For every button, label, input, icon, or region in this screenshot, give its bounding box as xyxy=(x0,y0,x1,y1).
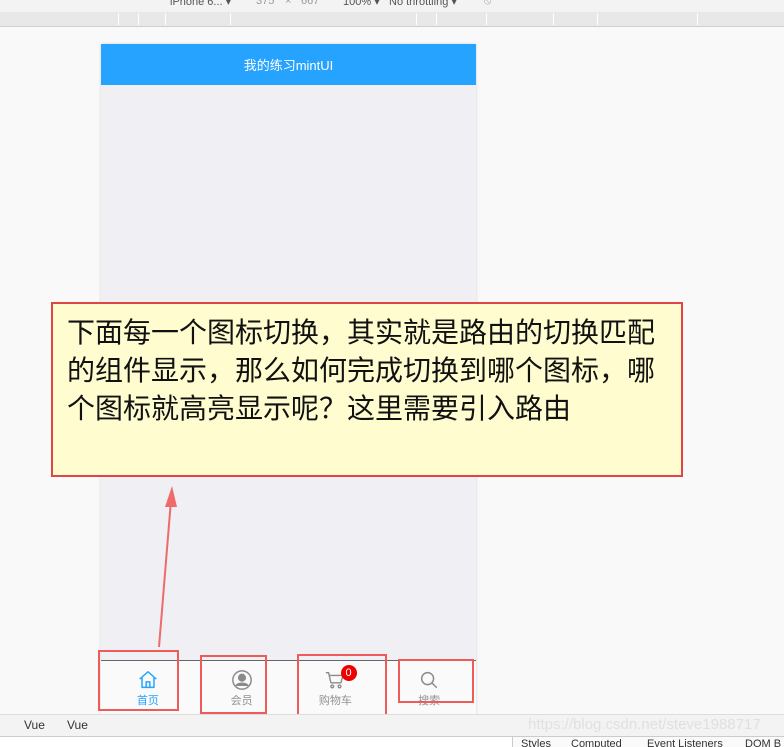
dimension-separator: × xyxy=(285,0,292,7)
throttling-select[interactable]: No throttling ▾ xyxy=(389,0,457,8)
zoom-select[interactable]: 100% ▾ xyxy=(343,0,380,8)
devtools-tab-vue-1[interactable]: Vue xyxy=(24,718,45,732)
device-select[interactable]: iPhone 6... ▾ xyxy=(170,0,231,8)
app-header: 我的练习mintUI xyxy=(101,44,476,85)
annotation-callout: 下面每一个图标切换，其实就是路由的切换匹配的组件显示，那么如何完成切换到哪个图标… xyxy=(51,302,683,477)
devtools-tab-vue-2[interactable]: Vue xyxy=(67,718,88,732)
annotation-text: 下面每一个图标切换，其实就是路由的切换匹配的组件显示，那么如何完成切换到哪个图标… xyxy=(67,316,656,425)
app-title: 我的练习mintUI xyxy=(243,58,334,73)
highlight-box-member xyxy=(200,655,267,714)
width-input[interactable]: 375 xyxy=(256,0,274,7)
height-input[interactable]: 667 xyxy=(301,0,319,7)
devtools-panel-bar: Styles Computed Event Listeners DOM B xyxy=(0,736,784,747)
highlight-box-search xyxy=(398,659,474,703)
highlight-box-home xyxy=(98,650,179,711)
rotate-icon[interactable]: ⦸ xyxy=(484,0,491,8)
highlight-box-cart xyxy=(297,654,387,720)
watermark: https://blog.csdn.net/steve1988717 xyxy=(528,716,761,733)
media-query-ruler xyxy=(0,12,784,27)
devtools-device-toolbar: iPhone 6... ▾ 375 × 667 100% ▾ No thrott… xyxy=(0,0,784,12)
